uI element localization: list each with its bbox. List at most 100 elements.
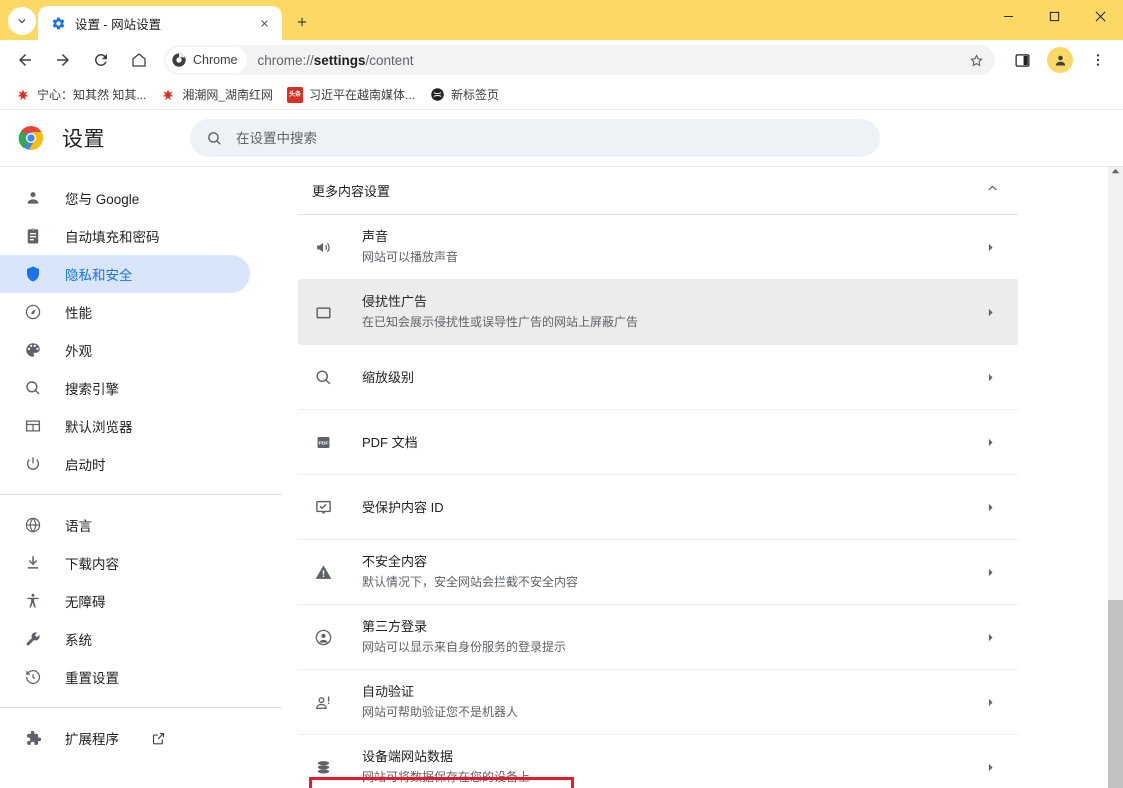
- sidebar-item-reset-settings[interactable]: 重置设置: [0, 658, 250, 696]
- sidebar-item-label: 系统: [65, 633, 92, 648]
- chrome-chip-label: Chrome: [193, 53, 238, 67]
- bookmark-item[interactable]: 湘潮网_湖南红网: [153, 83, 280, 106]
- account-circle-icon: [312, 628, 334, 647]
- settings-page: 设置 您与 Google: [0, 110, 1123, 788]
- sidebar-item-privacy-security[interactable]: 隐私和安全: [0, 255, 250, 293]
- setting-row-protected-content-id[interactable]: 受保护内容 ID: [298, 475, 1018, 540]
- search-icon: [23, 378, 43, 398]
- sidebar-item-label: 您与 Google: [65, 192, 140, 207]
- chevron-up-icon[interactable]: [985, 181, 1000, 201]
- row-text: 声音 网站可以播放声音: [362, 227, 980, 267]
- sidebar-item-downloads[interactable]: 下载内容: [0, 544, 250, 582]
- setting-row-pdf-documents[interactable]: PDF PDF 文档: [298, 410, 1018, 475]
- warning-triangle-icon: [312, 563, 334, 582]
- window-controls: [985, 0, 1123, 40]
- row-title: 第三方登录: [362, 619, 428, 634]
- chevron-right-icon: [980, 242, 1000, 253]
- tab-search-button[interactable]: [8, 7, 36, 35]
- more-content-settings-card: 更多内容设置 声音 网站可以播放声音 侵扰性广告 在已知会展示侵扰性或误导性广告…: [298, 167, 1018, 788]
- close-icon[interactable]: [254, 13, 274, 33]
- bookmark-label: 湘潮网_湖南红网: [182, 88, 274, 102]
- section-header-more-content-settings[interactable]: 更多内容设置: [298, 167, 1018, 215]
- person-alert-icon: [312, 693, 334, 712]
- accessibility-icon: [23, 591, 43, 611]
- sidebar-item-on-startup[interactable]: 启动时: [0, 445, 250, 483]
- content-scrollbar-thumb[interactable]: [1108, 600, 1123, 788]
- bookmark-item[interactable]: 头条 习近平在越南媒体...: [280, 83, 422, 106]
- sidebar-item-appearance[interactable]: 外观: [0, 331, 250, 369]
- person-icon: [23, 188, 43, 208]
- reload-icon: [94, 53, 107, 66]
- address-bar[interactable]: Chrome chrome://settings/content: [164, 45, 995, 75]
- row-title: 侵扰性广告: [362, 294, 428, 309]
- sidebar-item-performance[interactable]: 性能: [0, 293, 250, 331]
- sidebar-item-label: 默认浏览器: [65, 420, 133, 435]
- reload-button[interactable]: [86, 45, 116, 75]
- bookmark-item[interactable]: 新标签页: [422, 83, 506, 106]
- row-text: 设备端网站数据 网站可将数据保存在您的设备上: [362, 747, 980, 787]
- sidebar-item-languages[interactable]: 语言: [0, 506, 250, 544]
- sidebar-item-accessibility[interactable]: 无障碍: [0, 582, 250, 620]
- setting-row-intrusive-ads[interactable]: 侵扰性广告 在已知会展示侵扰性或误导性广告的网站上屏蔽广告: [298, 280, 1018, 345]
- url-prefix: chrome://: [257, 52, 314, 68]
- forward-button[interactable]: [48, 45, 78, 75]
- row-subtitle: 网站可以显示来自身份服务的登录提示: [362, 640, 567, 654]
- row-title: 受保护内容 ID: [362, 499, 444, 515]
- sidebar-item-extensions[interactable]: 扩展程序: [0, 719, 250, 757]
- content-scroll-area: 更多内容设置 声音 网站可以播放声音 侵扰性广告 在已知会展示侵扰性或误导性广告…: [282, 167, 1123, 788]
- zoom-search-icon: [312, 368, 334, 387]
- side-panel-button[interactable]: [1007, 45, 1037, 75]
- tab-strip: 设置 - 网站设置: [0, 0, 1123, 40]
- row-subtitle: 网站可帮助验证您不是机器人: [362, 705, 519, 719]
- sidebar-item-label: 下载内容: [65, 557, 119, 572]
- setting-row-zoom-levels[interactable]: 缩放级别: [298, 345, 1018, 410]
- toutiao-icon: 头条: [287, 86, 304, 103]
- settings-search-box[interactable]: [190, 119, 880, 157]
- row-title: 自动验证: [362, 684, 415, 699]
- setting-row-insecure-content[interactable]: 不安全内容 默认情况下，安全网站会拦截不安全内容: [298, 540, 1018, 605]
- sidebar-item-default-browser[interactable]: 默认浏览器: [0, 407, 250, 445]
- sidebar-divider: [0, 494, 282, 495]
- setting-row-on-device-site-data[interactable]: 设备端网站数据 网站可将数据保存在您的设备上: [298, 735, 1018, 788]
- sidebar-item-label: 扩展程序: [65, 732, 119, 747]
- scroll-up-button[interactable]: [1108, 167, 1123, 175]
- bookmark-star-button[interactable]: [963, 47, 989, 73]
- row-title: 不安全内容: [362, 554, 428, 569]
- row-title: PDF 文档: [362, 434, 418, 450]
- minimize-button[interactable]: [985, 0, 1031, 32]
- maximize-button[interactable]: [1031, 0, 1077, 32]
- row-title: 声音: [362, 229, 389, 244]
- setting-row-sound[interactable]: 声音 网站可以播放声音: [298, 215, 1018, 280]
- search-icon: [208, 131, 221, 145]
- back-button[interactable]: [10, 45, 40, 75]
- download-icon: [23, 553, 43, 573]
- toutiao-badge-label: 头条: [289, 91, 302, 98]
- home-button[interactable]: [124, 45, 154, 75]
- url-bold: settings: [313, 52, 366, 68]
- side-panel-icon: [1014, 53, 1030, 67]
- setting-row-automatic-verification[interactable]: 自动验证 网站可帮助验证您不是机器人: [298, 670, 1018, 735]
- sidebar-item-system[interactable]: 系统: [0, 620, 250, 658]
- section-title: 更多内容设置: [312, 184, 391, 199]
- bookmarks-bar: 宁心：知其然 知其... 湘潮网_湖南红网 头条 习近平在越南媒体... 新标签…: [0, 80, 1123, 110]
- profile-avatar-button[interactable]: [1047, 47, 1073, 73]
- sidebar-item-you-and-google[interactable]: 您与 Google: [0, 179, 250, 217]
- row-text: 不安全内容 默认情况下，安全网站会拦截不安全内容: [362, 552, 980, 592]
- row-text: 缩放级别: [362, 368, 980, 387]
- address-bar-url: chrome://settings/content: [257, 53, 413, 68]
- sidebar-item-search-engine[interactable]: 搜索引擎: [0, 369, 250, 407]
- new-tab-button[interactable]: [288, 8, 316, 36]
- window-close-button[interactable]: [1077, 0, 1123, 32]
- setting-row-third-party-signin[interactable]: 第三方登录 网站可以显示来自身份服务的登录提示: [298, 605, 1018, 670]
- sidebar-item-autofill-passwords[interactable]: 自动填充和密码: [0, 217, 250, 255]
- open-in-new-icon: [151, 731, 166, 746]
- row-subtitle: 网站可以播放声音: [362, 250, 459, 264]
- content-scrollbar-track[interactable]: [1108, 167, 1123, 788]
- row-text: 第三方登录 网站可以显示来自身份服务的登录提示: [362, 617, 980, 657]
- chrome-menu-button[interactable]: [1083, 45, 1113, 75]
- bookmark-item[interactable]: 宁心：知其然 知其...: [8, 83, 153, 106]
- chrome-mono-icon: [172, 53, 186, 67]
- chevron-right-icon: [980, 372, 1000, 383]
- search-input[interactable]: [236, 130, 864, 146]
- browser-tab[interactable]: 设置 - 网站设置: [38, 6, 282, 40]
